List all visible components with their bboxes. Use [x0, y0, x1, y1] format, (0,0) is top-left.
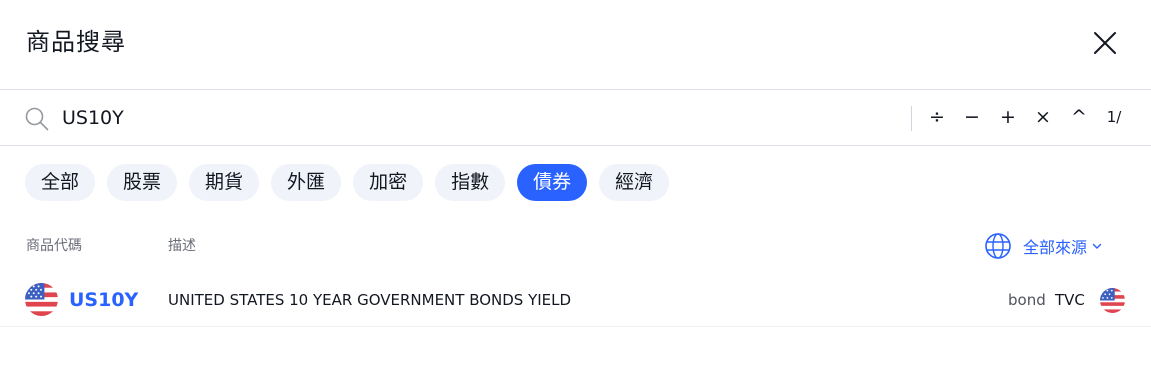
divide-operator-button[interactable]: ÷: [926, 105, 948, 129]
search-input[interactable]: [62, 103, 882, 133]
filter-chip-futures[interactable]: 期貨: [189, 164, 260, 201]
close-icon: [1094, 32, 1116, 54]
filter-chip-all[interactable]: 全部: [25, 164, 96, 201]
close-button[interactable]: [1090, 28, 1120, 58]
filter-chip-indices[interactable]: 指數: [435, 164, 506, 201]
power-operator-button[interactable]: ^: [1068, 105, 1090, 129]
result-description: UNITED STATES 10 YEAR GOVERNMENT BONDS Y…: [168, 291, 572, 309]
us-flag-icon: [25, 283, 58, 316]
multiply-operator-button[interactable]: ×: [1032, 105, 1054, 129]
result-symbol: US10Y: [69, 289, 139, 311]
search-icon: [25, 107, 49, 131]
plus-operator-button[interactable]: +: [997, 105, 1019, 129]
column-header-description: 描述: [168, 238, 196, 254]
dialog-title: 商品搜尋: [26, 28, 126, 56]
result-exchange: TVC: [1055, 291, 1085, 309]
search-divider: [911, 106, 912, 131]
filter-chips: 全部 股票 期貨 外匯 加密 指數 債券 經濟: [25, 164, 670, 201]
filter-chip-economy[interactable]: 經濟: [599, 164, 670, 201]
minus-operator-button[interactable]: −: [961, 105, 983, 129]
table-row[interactable]: US10Y UNITED STATES 10 YEAR GOVERNMENT B…: [0, 273, 1151, 327]
result-type: bond: [1008, 291, 1046, 309]
filter-chip-forex[interactable]: 外匯: [271, 164, 342, 201]
filter-chip-crypto[interactable]: 加密: [353, 164, 424, 201]
column-header-symbol: 商品代碼: [26, 238, 82, 254]
source-filter-dropdown[interactable]: 全部來源: [984, 232, 1102, 260]
reciprocal-operator-button[interactable]: 1/: [1101, 105, 1127, 129]
source-filter-label: 全部來源: [1023, 238, 1088, 257]
us-flag-icon: [1100, 288, 1125, 313]
filter-chip-stocks[interactable]: 股票: [107, 164, 178, 201]
chevron-down-icon: [1092, 243, 1102, 249]
search-bar: ÷ − + × ^ 1/: [0, 91, 1151, 146]
globe-icon: [985, 233, 1011, 259]
filter-chip-bonds[interactable]: 債券: [517, 164, 588, 201]
dialog-header: 商品搜尋: [0, 0, 1151, 90]
